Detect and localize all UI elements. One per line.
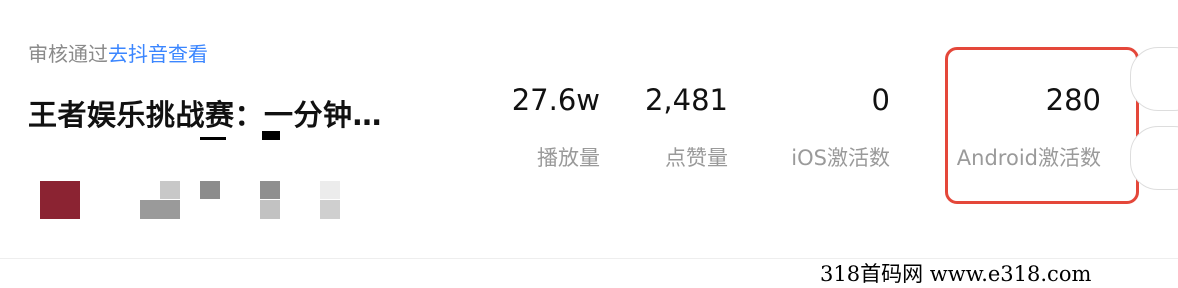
stat-likes: 2,481 点赞量 xyxy=(610,80,728,178)
stat-ios-activations-label: iOS激活数 xyxy=(791,146,890,170)
stat-likes-value: 2,481 xyxy=(644,83,728,117)
watermark: 318首码网 www.e318.com xyxy=(820,262,1092,286)
action-button-top[interactable] xyxy=(1130,47,1178,111)
stat-ios-activations-value: 0 xyxy=(871,83,890,117)
redacted-mark xyxy=(262,131,280,140)
view-on-douyin-link[interactable]: 去抖音查看 xyxy=(108,42,208,66)
stat-likes-label: 点赞量 xyxy=(665,146,728,170)
redacted-mark xyxy=(200,137,226,140)
action-button-bottom[interactable] xyxy=(1130,126,1178,190)
review-status-text: 审核通过 xyxy=(28,42,108,66)
avatar xyxy=(40,181,80,219)
review-status: 审核通过去抖音查看 xyxy=(28,41,208,67)
stat-ios-activations: 0 iOS激活数 xyxy=(760,80,890,178)
stat-plays: 27.6w 播放量 xyxy=(480,80,600,178)
video-title[interactable]: 王者娱乐挑战赛：一分钟… xyxy=(28,92,382,134)
highlight-annotation xyxy=(945,47,1139,204)
stat-plays-label: 播放量 xyxy=(537,146,600,170)
stat-plays-value: 27.6w xyxy=(511,83,600,117)
